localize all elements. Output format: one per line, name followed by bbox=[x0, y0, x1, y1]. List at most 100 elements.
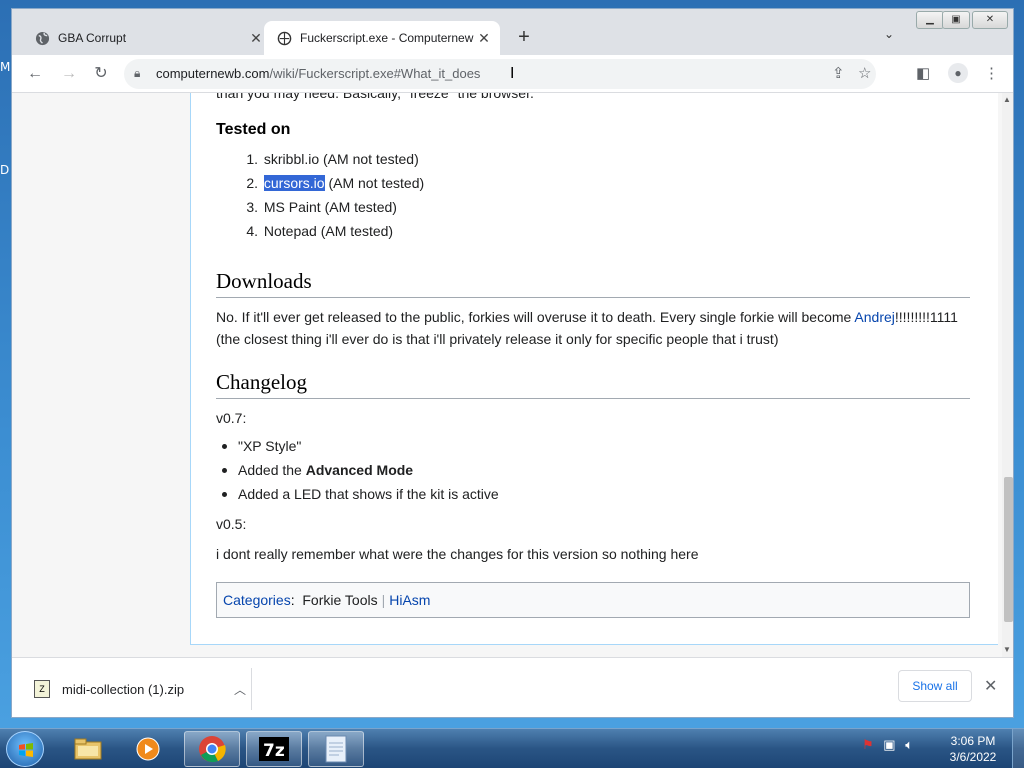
advanced-mode-text: Advanced Mode bbox=[305, 462, 414, 478]
url-text[interactable]: computernewb.com/wiki/Fuckerscript.exe#W… bbox=[156, 66, 480, 81]
show-all-button[interactable]: Show all bbox=[898, 670, 972, 702]
changelog-list: "XP Style" Added the Advanced Mode Added… bbox=[216, 437, 499, 509]
list-text: skribbl.io (AM not tested) bbox=[263, 151, 419, 167]
7zip-icon: 7z bbox=[259, 737, 289, 761]
version-label: v0.5: bbox=[216, 516, 247, 532]
downloads-text: !!!!!!!!!1111 bbox=[894, 309, 958, 325]
address-bar[interactable]: 🔒︎ computernewb.com/wiki/Fuckerscript.ex… bbox=[124, 59, 876, 89]
divider bbox=[251, 668, 252, 710]
bookmark-star-icon[interactable]: ☆ bbox=[858, 64, 871, 82]
desktop-icon-label: D bbox=[0, 163, 10, 177]
volume-icon[interactable]: 🔈︎ bbox=[905, 737, 913, 752]
tab-title: GBA Corrupt bbox=[58, 31, 127, 45]
andrej-link[interactable]: Andrej bbox=[854, 309, 894, 325]
category-hiasm-link[interactable]: HiAsm bbox=[389, 592, 430, 608]
list-text: Notepad (AM tested) bbox=[263, 223, 394, 239]
side-panel-icon[interactable]: ◧ bbox=[916, 64, 930, 82]
tab-fuckerscript[interactable]: Fuckerscript.exe - Computernewb ✕ bbox=[264, 21, 500, 55]
media-player-icon bbox=[136, 737, 160, 761]
media-player-taskbar-button[interactable] bbox=[120, 731, 176, 767]
selected-text: cursors.io bbox=[263, 175, 325, 191]
vertical-scrollbar[interactable]: ▲ ▼ bbox=[1002, 93, 1013, 657]
list-number: 4. bbox=[246, 223, 258, 239]
download-file-name: midi-collection (1).zip bbox=[62, 681, 185, 697]
v05-text: i dont really remember what were the cha… bbox=[216, 546, 699, 562]
list-item: 2. cursors.io (AM not tested) bbox=[216, 174, 424, 198]
back-arrow-icon[interactable]: ← bbox=[24, 63, 46, 85]
show-desktop-button[interactable] bbox=[1012, 729, 1024, 768]
article-content: than you may need. Basically, "freeze" t… bbox=[190, 93, 998, 645]
version-label: v0.7: bbox=[216, 410, 247, 426]
list-item: Added the Advanced Mode bbox=[216, 461, 499, 485]
toolbar: ← → ↻ 🔒︎ computernewb.com/wiki/Fuckerscr… bbox=[12, 55, 1013, 93]
url-host: computernewb.com bbox=[156, 66, 270, 81]
explorer-icon bbox=[74, 738, 102, 760]
notepad-icon bbox=[325, 735, 347, 763]
share-icon[interactable]: ⇪ bbox=[832, 64, 845, 82]
list-number: 3. bbox=[246, 199, 258, 215]
downloads-text: No. If it'll ever get released to the pu… bbox=[216, 309, 855, 325]
tab-search-chevron-icon[interactable]: ⌄ bbox=[884, 27, 894, 41]
list-item: 1. skribbl.io (AM not tested) bbox=[216, 150, 424, 174]
scrollbar-thumb[interactable] bbox=[1004, 477, 1013, 622]
close-icon[interactable]: ✕ bbox=[474, 30, 494, 47]
clock-time: 3:06 PM bbox=[950, 734, 996, 748]
notepad-taskbar-button[interactable] bbox=[308, 731, 364, 767]
scroll-down-arrow-icon[interactable]: ▼ bbox=[1003, 645, 1011, 654]
downloads-text: (the closest thing i'll ever do is that … bbox=[216, 331, 779, 347]
page-viewport[interactable]: than you may need. Basically, "freeze" t… bbox=[12, 93, 1002, 657]
desktop-icon-label: M bbox=[0, 60, 11, 74]
new-tab-button[interactable]: + bbox=[512, 25, 536, 49]
chrome-taskbar-button[interactable] bbox=[184, 731, 240, 767]
list-item: 4. Notepad (AM tested) bbox=[216, 222, 424, 246]
system-tray: ⚑ ▣ 🔈︎ bbox=[862, 737, 913, 753]
minimize-button[interactable]: ▁ bbox=[916, 11, 944, 29]
lock-icon[interactable]: 🔒︎ bbox=[134, 66, 140, 81]
list-item: "XP Style" bbox=[216, 437, 499, 461]
kebab-menu-icon[interactable]: ⋮ bbox=[984, 64, 999, 82]
list-item: 3. MS Paint (AM tested) bbox=[216, 198, 424, 222]
close-icon[interactable]: ✕ bbox=[984, 676, 997, 696]
tab-gba-corrupt[interactable]: GBA Corrupt ✕ bbox=[22, 21, 272, 55]
tab-title: Fuckerscript.exe - Computernewb bbox=[300, 31, 474, 45]
reload-icon[interactable]: ↻ bbox=[90, 63, 112, 85]
tested-on-heading: Tested on bbox=[216, 121, 291, 138]
changelog-heading: Changelog bbox=[216, 370, 970, 399]
download-item[interactable]: Z midi-collection (1).zip ︿ bbox=[26, 670, 250, 708]
chrome-icon bbox=[199, 736, 226, 763]
list-item: Added a LED that shows if the kit is act… bbox=[216, 485, 499, 509]
list-text: Added the bbox=[238, 462, 306, 478]
text-cursor-icon: I bbox=[510, 65, 515, 82]
url-path: /wiki/Fuckerscript.exe#What_it_does bbox=[269, 66, 481, 81]
downloads-shelf: Z midi-collection (1).zip ︿ Show all ✕ bbox=[12, 657, 1013, 717]
start-button[interactable] bbox=[6, 731, 44, 767]
list-text: MS Paint (AM tested) bbox=[263, 199, 397, 215]
network-icon[interactable]: ▣ bbox=[883, 737, 895, 752]
forward-arrow-icon[interactable]: → bbox=[58, 63, 80, 85]
scroll-up-arrow-icon[interactable]: ▲ bbox=[1003, 95, 1011, 104]
close-window-button[interactable]: ✕ bbox=[972, 11, 1008, 29]
maximize-button[interactable]: ▣ bbox=[942, 11, 970, 29]
list-number: 1. bbox=[246, 151, 258, 167]
colon: : bbox=[290, 592, 299, 608]
windows-logo-icon bbox=[19, 743, 33, 757]
tested-list: 1. skribbl.io (AM not tested) 2. cursors… bbox=[216, 150, 424, 246]
taskbar: 7z ⚑ ▣ 🔈︎ 3:06 PM 3/6/2022 bbox=[0, 728, 1024, 768]
svg-text:7z: 7z bbox=[263, 741, 285, 761]
downloads-heading: Downloads bbox=[216, 269, 970, 298]
tab-strip: GBA Corrupt ✕ Fuckerscript.exe - Compute… bbox=[12, 9, 1013, 55]
globe-icon bbox=[34, 30, 50, 46]
clock-date: 3/6/2022 bbox=[949, 750, 997, 764]
7zip-taskbar-button[interactable]: 7z bbox=[246, 731, 302, 767]
action-center-flag-icon[interactable]: ⚑ bbox=[862, 737, 874, 752]
category-forkie-tools-link[interactable]: Forkie Tools bbox=[302, 592, 377, 608]
zip-file-icon: Z bbox=[34, 680, 50, 698]
clock[interactable]: 3:06 PM 3/6/2022 bbox=[940, 733, 1006, 765]
wiki-favicon-icon bbox=[276, 30, 292, 46]
profile-avatar-icon[interactable]: ● bbox=[948, 63, 968, 83]
categories-link[interactable]: Categories bbox=[223, 592, 291, 608]
list-number: 2. bbox=[246, 175, 258, 191]
explorer-taskbar-button[interactable] bbox=[60, 731, 116, 767]
chevron-up-icon[interactable]: ︿ bbox=[230, 681, 250, 698]
close-icon[interactable]: ✕ bbox=[246, 30, 266, 47]
